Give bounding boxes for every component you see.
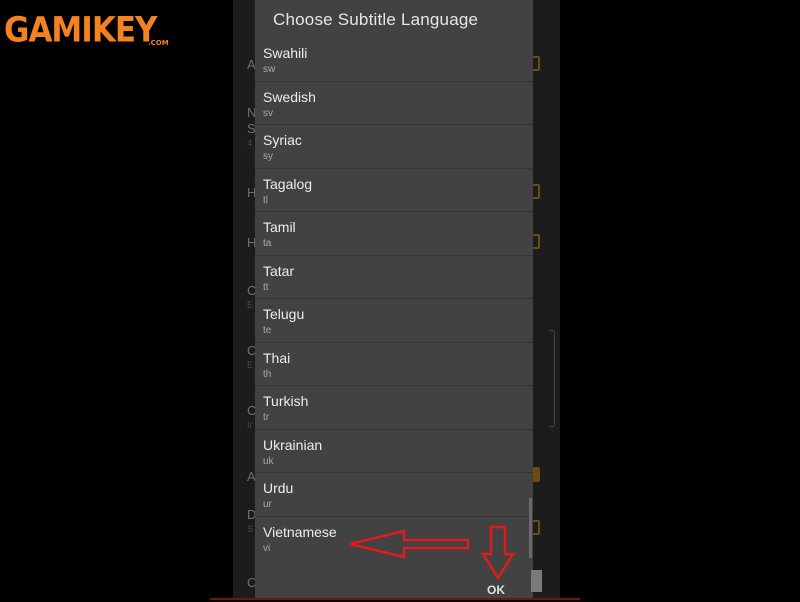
language-code: sv bbox=[263, 107, 273, 119]
language-item-urdu[interactable]: Urdu ur bbox=[255, 473, 533, 517]
language-code: th bbox=[263, 368, 272, 380]
logo-text: GAMIKEY bbox=[4, 10, 157, 51]
language-name: Syriac bbox=[263, 132, 302, 148]
language-code: ta bbox=[263, 238, 272, 249]
language-code: te bbox=[263, 325, 272, 336]
language-code: ur bbox=[263, 499, 272, 510]
language-name: Swedish bbox=[263, 88, 316, 105]
language-code: tt bbox=[263, 281, 269, 293]
language-item-tamil[interactable]: Tamil ta bbox=[255, 212, 533, 256]
language-code: vi bbox=[263, 542, 271, 554]
language-name: Tamil bbox=[263, 219, 296, 235]
dialog-edge-shadow bbox=[531, 570, 542, 592]
subtitle-language-dialog: Choose Subtitle Language Swahili sw Swed… bbox=[255, 0, 533, 600]
language-item-tatar[interactable]: Tatar tt bbox=[255, 256, 533, 299]
language-item-ukrainian[interactable]: Ukrainian uk bbox=[255, 430, 533, 473]
dialog-title: Choose Subtitle Language bbox=[273, 10, 479, 29]
language-code: uk bbox=[263, 455, 274, 467]
language-item-vietnamese[interactable]: Vietnamese vi bbox=[255, 517, 533, 561]
language-code: sw bbox=[263, 64, 276, 75]
language-name: Ukrainian bbox=[263, 436, 323, 453]
background-scroll-edge bbox=[549, 330, 555, 427]
language-item-thai[interactable]: Thai th bbox=[255, 343, 533, 386]
language-name: Thai bbox=[263, 349, 291, 366]
language-item-tagalog[interactable]: Tagalog tl bbox=[255, 169, 533, 212]
language-name: Vietnamese bbox=[263, 523, 337, 540]
language-name: Urdu bbox=[263, 480, 294, 496]
language-code: sy bbox=[263, 151, 273, 162]
language-name: Tatar bbox=[263, 262, 295, 279]
language-name: Turkish bbox=[263, 393, 309, 409]
language-name: Telugu bbox=[263, 306, 305, 322]
ok-button[interactable]: OK bbox=[478, 578, 514, 600]
dialog-scrollbar[interactable] bbox=[529, 498, 532, 558]
language-item-swedish[interactable]: Swedish sv bbox=[255, 82, 533, 125]
language-item-turkish[interactable]: Turkish tr bbox=[255, 386, 533, 430]
language-item-swahili[interactable]: Swahili sw bbox=[255, 38, 533, 82]
language-code: tl bbox=[263, 194, 268, 206]
logo-suffix: .COM bbox=[148, 39, 169, 47]
language-name: Tagalog bbox=[263, 175, 313, 192]
language-code: tr bbox=[263, 412, 270, 423]
language-name: Swahili bbox=[263, 45, 308, 61]
language-item-telugu[interactable]: Telugu te bbox=[255, 299, 533, 343]
language-item-syriac[interactable]: Syriac sy bbox=[255, 125, 533, 169]
language-list[interactable]: Swahili sw Swedish sv Syriac sy Tagalog … bbox=[255, 38, 533, 560]
